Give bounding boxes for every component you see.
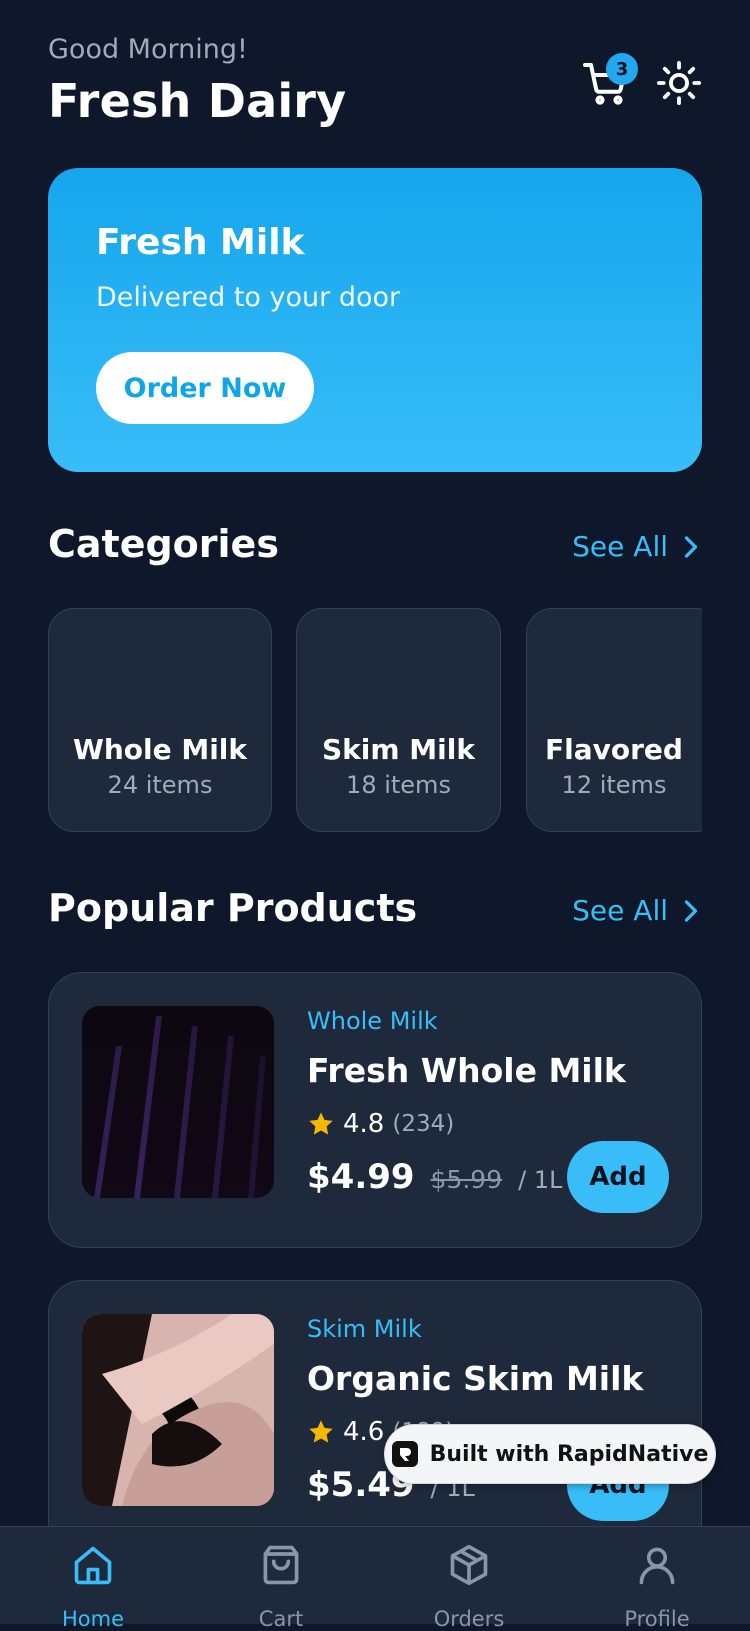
chevron-right-icon (684, 535, 698, 558)
product-name: Organic Skim Milk (307, 1359, 644, 1398)
tab-cart[interactable]: Cart (221, 1527, 341, 1631)
rapidnative-logo-icon (391, 1441, 418, 1467)
category-name: Flavored (545, 733, 683, 766)
cart-count-badge: 3 (606, 53, 638, 85)
user-icon (639, 1547, 675, 1585)
rating-value: 4.6 (343, 1417, 385, 1447)
sun-icon (656, 60, 702, 106)
tab-label: Profile (624, 1607, 690, 1631)
categories-title: Categories (48, 522, 279, 566)
tab-label: Cart (258, 1607, 304, 1631)
theme-toggle-button[interactable] (652, 56, 706, 110)
see-all-label: See All (572, 894, 668, 927)
categories-carousel[interactable]: Whole Milk 24 items Skim Milk 18 items F… (48, 608, 702, 836)
greeting-text: Good Morning! (48, 34, 248, 65)
add-to-cart-button[interactable]: Add (567, 1141, 669, 1213)
product-price: $4.99 (307, 1157, 415, 1197)
product-card[interactable]: Skim Milk Organic Skim Milk 4.6 (189) $5… (48, 1280, 702, 1556)
promo-banner: Fresh Milk Delivered to your door Order … (48, 168, 702, 472)
category-card-skim-milk[interactable]: Skim Milk 18 items (296, 608, 501, 832)
product-image (82, 1314, 274, 1506)
categories-see-all-link[interactable]: See All (572, 530, 700, 563)
see-all-label: See All (572, 530, 668, 563)
product-category: Whole Milk (307, 1007, 438, 1035)
bottom-tab-bar: Home Cart Orders Profile (0, 1526, 750, 1631)
tab-orders[interactable]: Orders (409, 1527, 529, 1631)
tab-home[interactable]: Home (33, 1527, 153, 1631)
chevron-right-icon (684, 899, 698, 922)
category-card-whole-milk[interactable]: Whole Milk 24 items (48, 608, 272, 832)
product-category: Skim Milk (307, 1315, 422, 1343)
product-unit: / 1L (518, 1166, 563, 1194)
popular-see-all-link[interactable]: See All (572, 894, 700, 927)
tab-label: Home (61, 1607, 124, 1631)
star-icon (309, 1112, 333, 1135)
product-card[interactable]: Whole Milk Fresh Whole Milk 4.8 (234) $4… (48, 972, 702, 1248)
order-now-button[interactable]: Order Now (96, 352, 314, 424)
bag-icon (263, 1545, 299, 1585)
rating-value: 4.8 (343, 1109, 385, 1139)
built-with-badge[interactable]: Built with RapidNative (384, 1424, 716, 1484)
category-name: Skim Milk (322, 733, 475, 766)
product-image (82, 1006, 274, 1198)
price-row: $4.99 $5.99 / 1L (307, 1157, 562, 1197)
category-card-flavored[interactable]: Flavored 12 items (526, 608, 702, 832)
tab-label: Orders (433, 1607, 505, 1631)
product-rating: 4.8 (234) (307, 1109, 454, 1139)
star-icon (309, 1420, 333, 1443)
category-count: 18 items (346, 771, 451, 799)
page-title: Fresh Dairy (48, 74, 347, 128)
popular-products-title: Popular Products (48, 886, 418, 930)
category-count: 12 items (561, 771, 667, 799)
home-icon (74, 1546, 112, 1585)
review-count: (234) (392, 1111, 455, 1137)
product-old-price: $5.99 (430, 1165, 503, 1194)
category-name: Whole Milk (72, 733, 248, 766)
banner-title: Fresh Milk (96, 222, 305, 263)
box-icon (450, 1544, 488, 1586)
tab-profile[interactable]: Profile (597, 1527, 717, 1631)
built-with-label: Built with RapidNative (429, 1441, 709, 1467)
product-name: Fresh Whole Milk (307, 1051, 626, 1090)
category-count: 24 items (107, 771, 213, 799)
banner-subtitle: Delivered to your door (96, 282, 401, 313)
